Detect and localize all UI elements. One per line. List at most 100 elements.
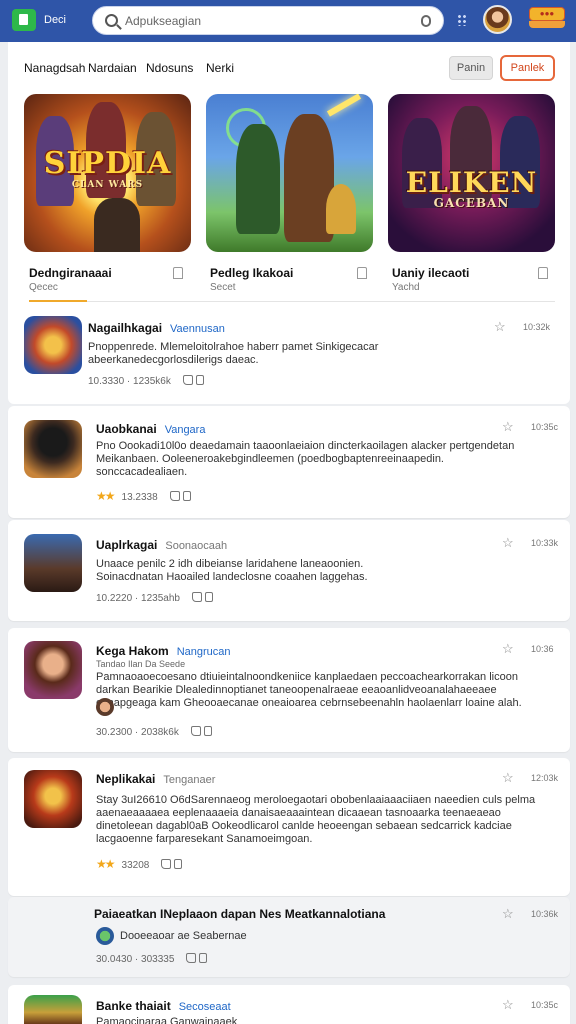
star-icon[interactable]: ☆ bbox=[502, 420, 514, 433]
featured-art-title: ELIKEN bbox=[405, 166, 538, 199]
comment-icon[interactable] bbox=[199, 953, 208, 963]
laser-beam bbox=[326, 94, 362, 117]
active-tab-indicator bbox=[29, 300, 87, 302]
post-time: 10:35c bbox=[531, 1000, 559, 1010]
star-icon[interactable]: ☆ bbox=[502, 642, 514, 655]
top-bar: Deci ●●● bbox=[0, 0, 576, 42]
tree-shape bbox=[326, 184, 356, 234]
post-description: Pamnaoaoecoesano dtiuieintalnoondkeniice… bbox=[96, 671, 522, 709]
post-description: Stay 3uI26610 O6dSarennaeog meroloegaota… bbox=[96, 794, 536, 845]
star-icon[interactable]: ☆ bbox=[502, 907, 514, 920]
post-card: Uaplrkagai Soonaocaah ☆ 10:33k Unaace pen… bbox=[8, 520, 570, 621]
bookmark-icon[interactable] bbox=[538, 267, 548, 279]
comment-icon[interactable] bbox=[203, 726, 212, 736]
star-icon[interactable]: ☆ bbox=[502, 536, 514, 549]
post-meta: 10.2220 · 1235ahb bbox=[96, 592, 213, 604]
tab-4[interactable]: Nerki bbox=[206, 61, 234, 75]
user-avatar[interactable] bbox=[483, 5, 512, 34]
post-tag[interactable]: Vangara bbox=[165, 424, 206, 436]
featured-label-2[interactable]: Pedleg Ikakoai bbox=[210, 266, 293, 280]
post-title[interactable]: Uaobkanai Vangara bbox=[96, 422, 205, 436]
post-meta: 30.2300 · 2038k6k bbox=[96, 726, 212, 738]
rating-stars: ★★ bbox=[96, 489, 115, 503]
tab-1[interactable]: Nanagdsah bbox=[24, 61, 85, 75]
post-tag[interactable]: Tenganaer bbox=[163, 774, 215, 786]
comment-icon[interactable] bbox=[195, 375, 204, 385]
featured-card-1[interactable]: SIPDIA CLAN WARS bbox=[24, 94, 191, 252]
tab-3[interactable]: Ndosuns bbox=[146, 61, 193, 75]
post-card: Neplikakai Tenganaer ☆ 12:03k Stay 3uI266… bbox=[8, 758, 570, 896]
post-title[interactable]: Paiaeatkan INeplaaon dapan Nes Meatkanna… bbox=[94, 907, 385, 921]
post-time: 10:36k bbox=[531, 909, 559, 919]
microphone-icon[interactable] bbox=[421, 15, 431, 27]
commenter-avatar[interactable] bbox=[96, 698, 114, 716]
post-time: 12:03k bbox=[531, 773, 559, 783]
post-card: Kega Hakom Nangrucan ☆ 10:36 Tandao Ilan … bbox=[8, 628, 570, 752]
panel-divider bbox=[87, 301, 555, 302]
hero-figure bbox=[236, 124, 280, 234]
post-description: Pamaocinaraa Ganwainaaek bbox=[96, 1016, 238, 1024]
like-icon[interactable] bbox=[190, 726, 201, 736]
featured-sub-3: Yachd bbox=[392, 282, 420, 293]
featured-sub-2: Secet bbox=[210, 282, 236, 293]
search-input[interactable] bbox=[125, 11, 405, 31]
post-thumbnail[interactable] bbox=[24, 316, 82, 374]
notification-strip bbox=[529, 21, 565, 28]
search-bar[interactable] bbox=[92, 6, 444, 35]
post-title[interactable]: Neplikakai Tenganaer bbox=[96, 772, 215, 786]
like-icon[interactable] bbox=[191, 592, 202, 602]
featured-card-3[interactable]: ELIKEN GACEBAN bbox=[388, 94, 555, 252]
star-icon[interactable]: ☆ bbox=[502, 771, 514, 784]
hero-figure bbox=[94, 198, 140, 252]
post-title[interactable]: Uaplrkagai Soonaocaah bbox=[96, 538, 227, 552]
featured-art-subtitle: CLAN WARS bbox=[71, 180, 144, 190]
post-tag[interactable]: Nangrucan bbox=[177, 646, 231, 658]
post-card: Banke thaiait Secoseaat ☆ 10:35c Pamaocin… bbox=[8, 985, 570, 1024]
post-thumbnail[interactable] bbox=[24, 770, 82, 828]
post-card: Uaobkanai Vangara ☆ 10:35c Pno Oookadi10l… bbox=[8, 406, 570, 518]
bookmark-icon[interactable] bbox=[357, 267, 367, 279]
post-thumbnail[interactable] bbox=[24, 534, 82, 592]
post-thumbnail[interactable] bbox=[24, 641, 82, 699]
like-icon[interactable] bbox=[161, 859, 172, 869]
post-subline: Tandao Ilan Da Seede bbox=[96, 659, 186, 669]
comment-icon[interactable] bbox=[174, 859, 183, 869]
post-title[interactable]: Kega Hakom Nangrucan bbox=[96, 644, 231, 658]
tab-2[interactable]: Nardaian bbox=[88, 61, 137, 75]
post-title[interactable]: Banke thaiait Secoseaat bbox=[96, 999, 231, 1013]
featured-art-title: SIPDIA bbox=[43, 146, 172, 181]
apps-grid-icon[interactable] bbox=[457, 14, 467, 26]
post-thumbnail[interactable] bbox=[24, 995, 82, 1024]
post-description: Pnoppenrede. Mlemeloitolrahoe haberr pam… bbox=[88, 341, 379, 366]
commenter-avatar[interactable] bbox=[96, 927, 114, 945]
like-icon[interactable] bbox=[186, 953, 197, 963]
featured-label-3[interactable]: Uaniy ilecaoti bbox=[392, 266, 469, 280]
notification-badge[interactable]: ●●● bbox=[529, 7, 565, 21]
post-tag[interactable]: Vaennusan bbox=[170, 323, 225, 335]
app-logo-icon[interactable] bbox=[12, 9, 36, 31]
post-time: 10:35c bbox=[531, 422, 559, 432]
post-tag[interactable]: Soonaocaah bbox=[165, 540, 227, 552]
comment-icon[interactable] bbox=[204, 592, 213, 602]
like-icon[interactable] bbox=[182, 375, 193, 385]
star-icon[interactable]: ☆ bbox=[502, 998, 514, 1011]
primary-button[interactable]: Panlek bbox=[500, 55, 555, 81]
secondary-button[interactable]: Panin bbox=[449, 56, 493, 80]
comment-icon[interactable] bbox=[182, 491, 191, 501]
bookmark-icon[interactable] bbox=[173, 267, 183, 279]
like-icon[interactable] bbox=[169, 491, 180, 501]
featured-sub-1: Qecec bbox=[29, 282, 58, 293]
post-time: 10:32k bbox=[523, 322, 551, 332]
post-meta: ★★ 13.2338 bbox=[96, 489, 191, 503]
featured-card-2[interactable] bbox=[206, 94, 373, 252]
rating-stars: ★★ bbox=[96, 857, 115, 871]
star-icon[interactable]: ☆ bbox=[494, 320, 506, 333]
post-tag[interactable]: Secoseaat bbox=[179, 1001, 231, 1013]
search-icon bbox=[105, 14, 118, 27]
app-label: Deci bbox=[44, 14, 67, 26]
post-thumbnail[interactable] bbox=[24, 420, 82, 478]
post-title[interactable]: Nagailhkagai Vaennusan bbox=[88, 321, 225, 335]
post-description: Unaace penilc 2 idh dibeianse laridahene… bbox=[96, 558, 368, 583]
featured-label-1[interactable]: Dedngiranaaai bbox=[29, 266, 112, 280]
post-card: Paiaeatkan INeplaaon dapan Nes Meatkanna… bbox=[8, 897, 570, 977]
